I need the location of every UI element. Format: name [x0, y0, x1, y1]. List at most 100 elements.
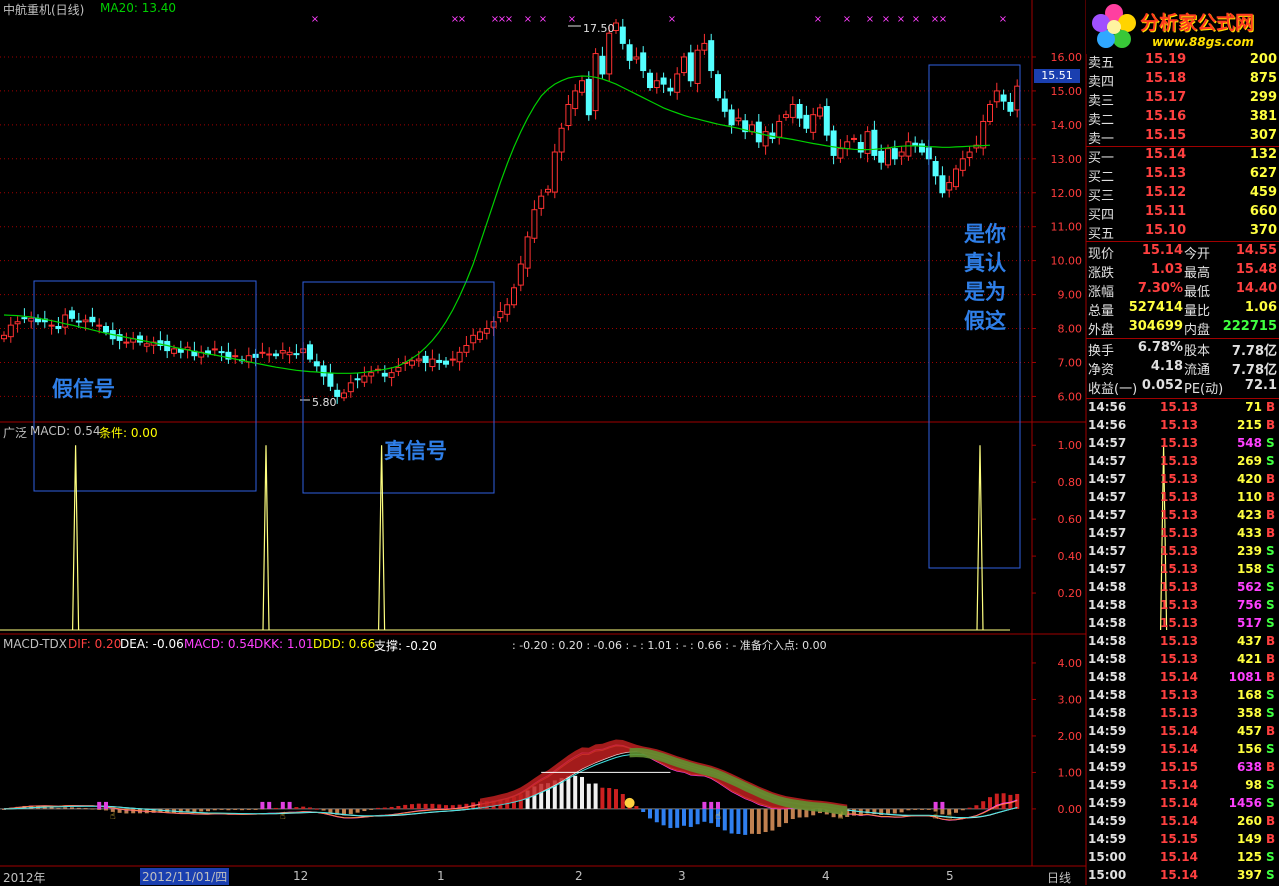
macd-histogram-bar: [756, 808, 761, 835]
tick-row: 15:00 15.14 125 S: [1088, 850, 1278, 868]
macd-tick-label: 0.00: [1058, 803, 1083, 816]
tick-row: 14:58 15.13 517 S: [1088, 616, 1278, 634]
stat-value: 1.03: [1150, 262, 1183, 277]
tick-volume: 517: [1236, 616, 1262, 630]
macd-histogram-bar: [1001, 793, 1006, 809]
stat-label: 涨跌: [1088, 266, 1115, 281]
logo-block[interactable]: 分析家公式网 www.88gs.com: [1086, 0, 1279, 54]
ask-price: 15.19: [1145, 52, 1187, 67]
candle-body: [55, 325, 62, 330]
macd-ddd-line: [3, 753, 1018, 819]
macd-histogram-bar: [580, 776, 584, 809]
stat-label: 现价: [1088, 247, 1115, 262]
tick-side: S: [1266, 454, 1275, 468]
stat-label: 换手: [1088, 344, 1115, 359]
tick-volume: 756: [1236, 598, 1262, 612]
macd-histogram-bar: [70, 807, 74, 809]
stat-value: 14.55: [1235, 243, 1277, 258]
candle-body: [681, 56, 687, 74]
candle-body: [1014, 85, 1021, 111]
price-tick-label: 8.00: [1058, 323, 1083, 336]
candle-body: [667, 87, 674, 92]
macd-histogram-bar: [600, 787, 605, 809]
candle-body: [293, 353, 300, 356]
tick-time: 14:58: [1088, 598, 1127, 612]
macd-extra-label: : -0.20 : 0.20 : -0.06 : - : 1.01 : - : …: [512, 639, 827, 652]
stat-label: 流通: [1184, 363, 1211, 378]
tick-row: 14:57 15.13 420 B: [1088, 472, 1278, 490]
macd-histogram-bar: [960, 808, 965, 811]
candle-body: [409, 360, 415, 366]
stat-value: 15.14: [1141, 243, 1183, 258]
hand-marker-icon: ☝: [837, 811, 843, 822]
tick-price: 15.14: [1160, 670, 1198, 684]
tick-time: 14:56: [1088, 418, 1127, 432]
candle-body: [1, 334, 7, 340]
macd-histogram-bar: [743, 808, 748, 835]
signal-mark: ×: [568, 14, 576, 25]
stat-value: 304699: [1128, 319, 1183, 334]
period-label[interactable]: 日线: [1047, 869, 1071, 886]
tick-volume: 260: [1236, 814, 1262, 828]
tick-side: B: [1266, 418, 1276, 432]
tick-time: 14:57: [1088, 526, 1127, 540]
tick-price: 15.13: [1160, 418, 1198, 432]
candle-body: [565, 103, 572, 127]
stat-value: 1.06: [1244, 300, 1277, 315]
price-tick-label: 6.00: [1058, 390, 1083, 403]
bid-row: 买五 15.10 370: [1088, 223, 1278, 242]
signal-mark: ×: [458, 14, 466, 25]
stat-label: 外盘: [1088, 323, 1115, 338]
tick-price: 15.13: [1160, 634, 1198, 648]
tick-row: 14:56 15.13 215 B: [1088, 418, 1278, 436]
tick-side: S: [1266, 562, 1275, 576]
candle-body: [558, 127, 565, 153]
tick-volume: 421: [1236, 652, 1262, 666]
candle-body: [830, 130, 837, 156]
candle-body: [857, 142, 864, 153]
macd-purple-mark: [933, 801, 938, 809]
tick-side: S: [1266, 868, 1275, 882]
macd-histogram-bar: [688, 808, 693, 827]
stat-row: 现价 15.14 今开 14.55: [1088, 243, 1278, 262]
tick-price: 15.13: [1160, 472, 1198, 486]
stat-label: 总量: [1088, 304, 1115, 319]
macd-histogram-bar: [920, 808, 924, 810]
ask-volume: 299: [1249, 90, 1277, 105]
macd-macd-label: MACD: 0.54: [184, 637, 255, 651]
tick-side: B: [1266, 400, 1276, 414]
macd-histogram-bar: [416, 803, 421, 809]
macd-histogram-bar: [199, 808, 204, 812]
stat-row: 收益(一) 0.052 PE(动) 72.1: [1088, 378, 1278, 397]
tick-volume: 110: [1236, 490, 1262, 504]
indicator-spike: [378, 445, 386, 631]
tick-row: 14:59 15.15 149 B: [1088, 832, 1278, 850]
macd-histogram-bar: [722, 808, 727, 831]
candle-body: [694, 49, 701, 84]
tick-price: 15.13: [1160, 400, 1198, 414]
candle-body: [361, 375, 368, 383]
macd-histogram-bar: [940, 808, 945, 815]
macd-support-label: 支撑: -0.20: [374, 639, 437, 653]
logo-url: www.88gs.com: [1152, 35, 1254, 49]
candle-body: [837, 148, 844, 159]
tick-row: 14:58 15.13 562 S: [1088, 580, 1278, 598]
candle-body: [123, 341, 130, 344]
candle-body: [14, 321, 21, 325]
tick-side: S: [1266, 796, 1275, 810]
signal-mark: ×: [524, 14, 532, 25]
stat-label: 今开: [1184, 247, 1211, 262]
candle-body: [946, 182, 953, 191]
tick-volume: 215: [1236, 418, 1262, 432]
candle-body: [647, 72, 653, 89]
candle-body: [62, 314, 69, 328]
stat-value: 4.18: [1150, 359, 1183, 374]
candle-body: [436, 359, 443, 363]
candle-body: [606, 32, 613, 75]
macd-histogram-bar: [777, 808, 782, 827]
macd-histogram-bar: [308, 807, 312, 809]
candle-body: [687, 52, 694, 82]
candle-body: [511, 287, 517, 306]
candle-body: [545, 188, 551, 193]
fake-signal-annotation: 假信号: [52, 377, 115, 401]
